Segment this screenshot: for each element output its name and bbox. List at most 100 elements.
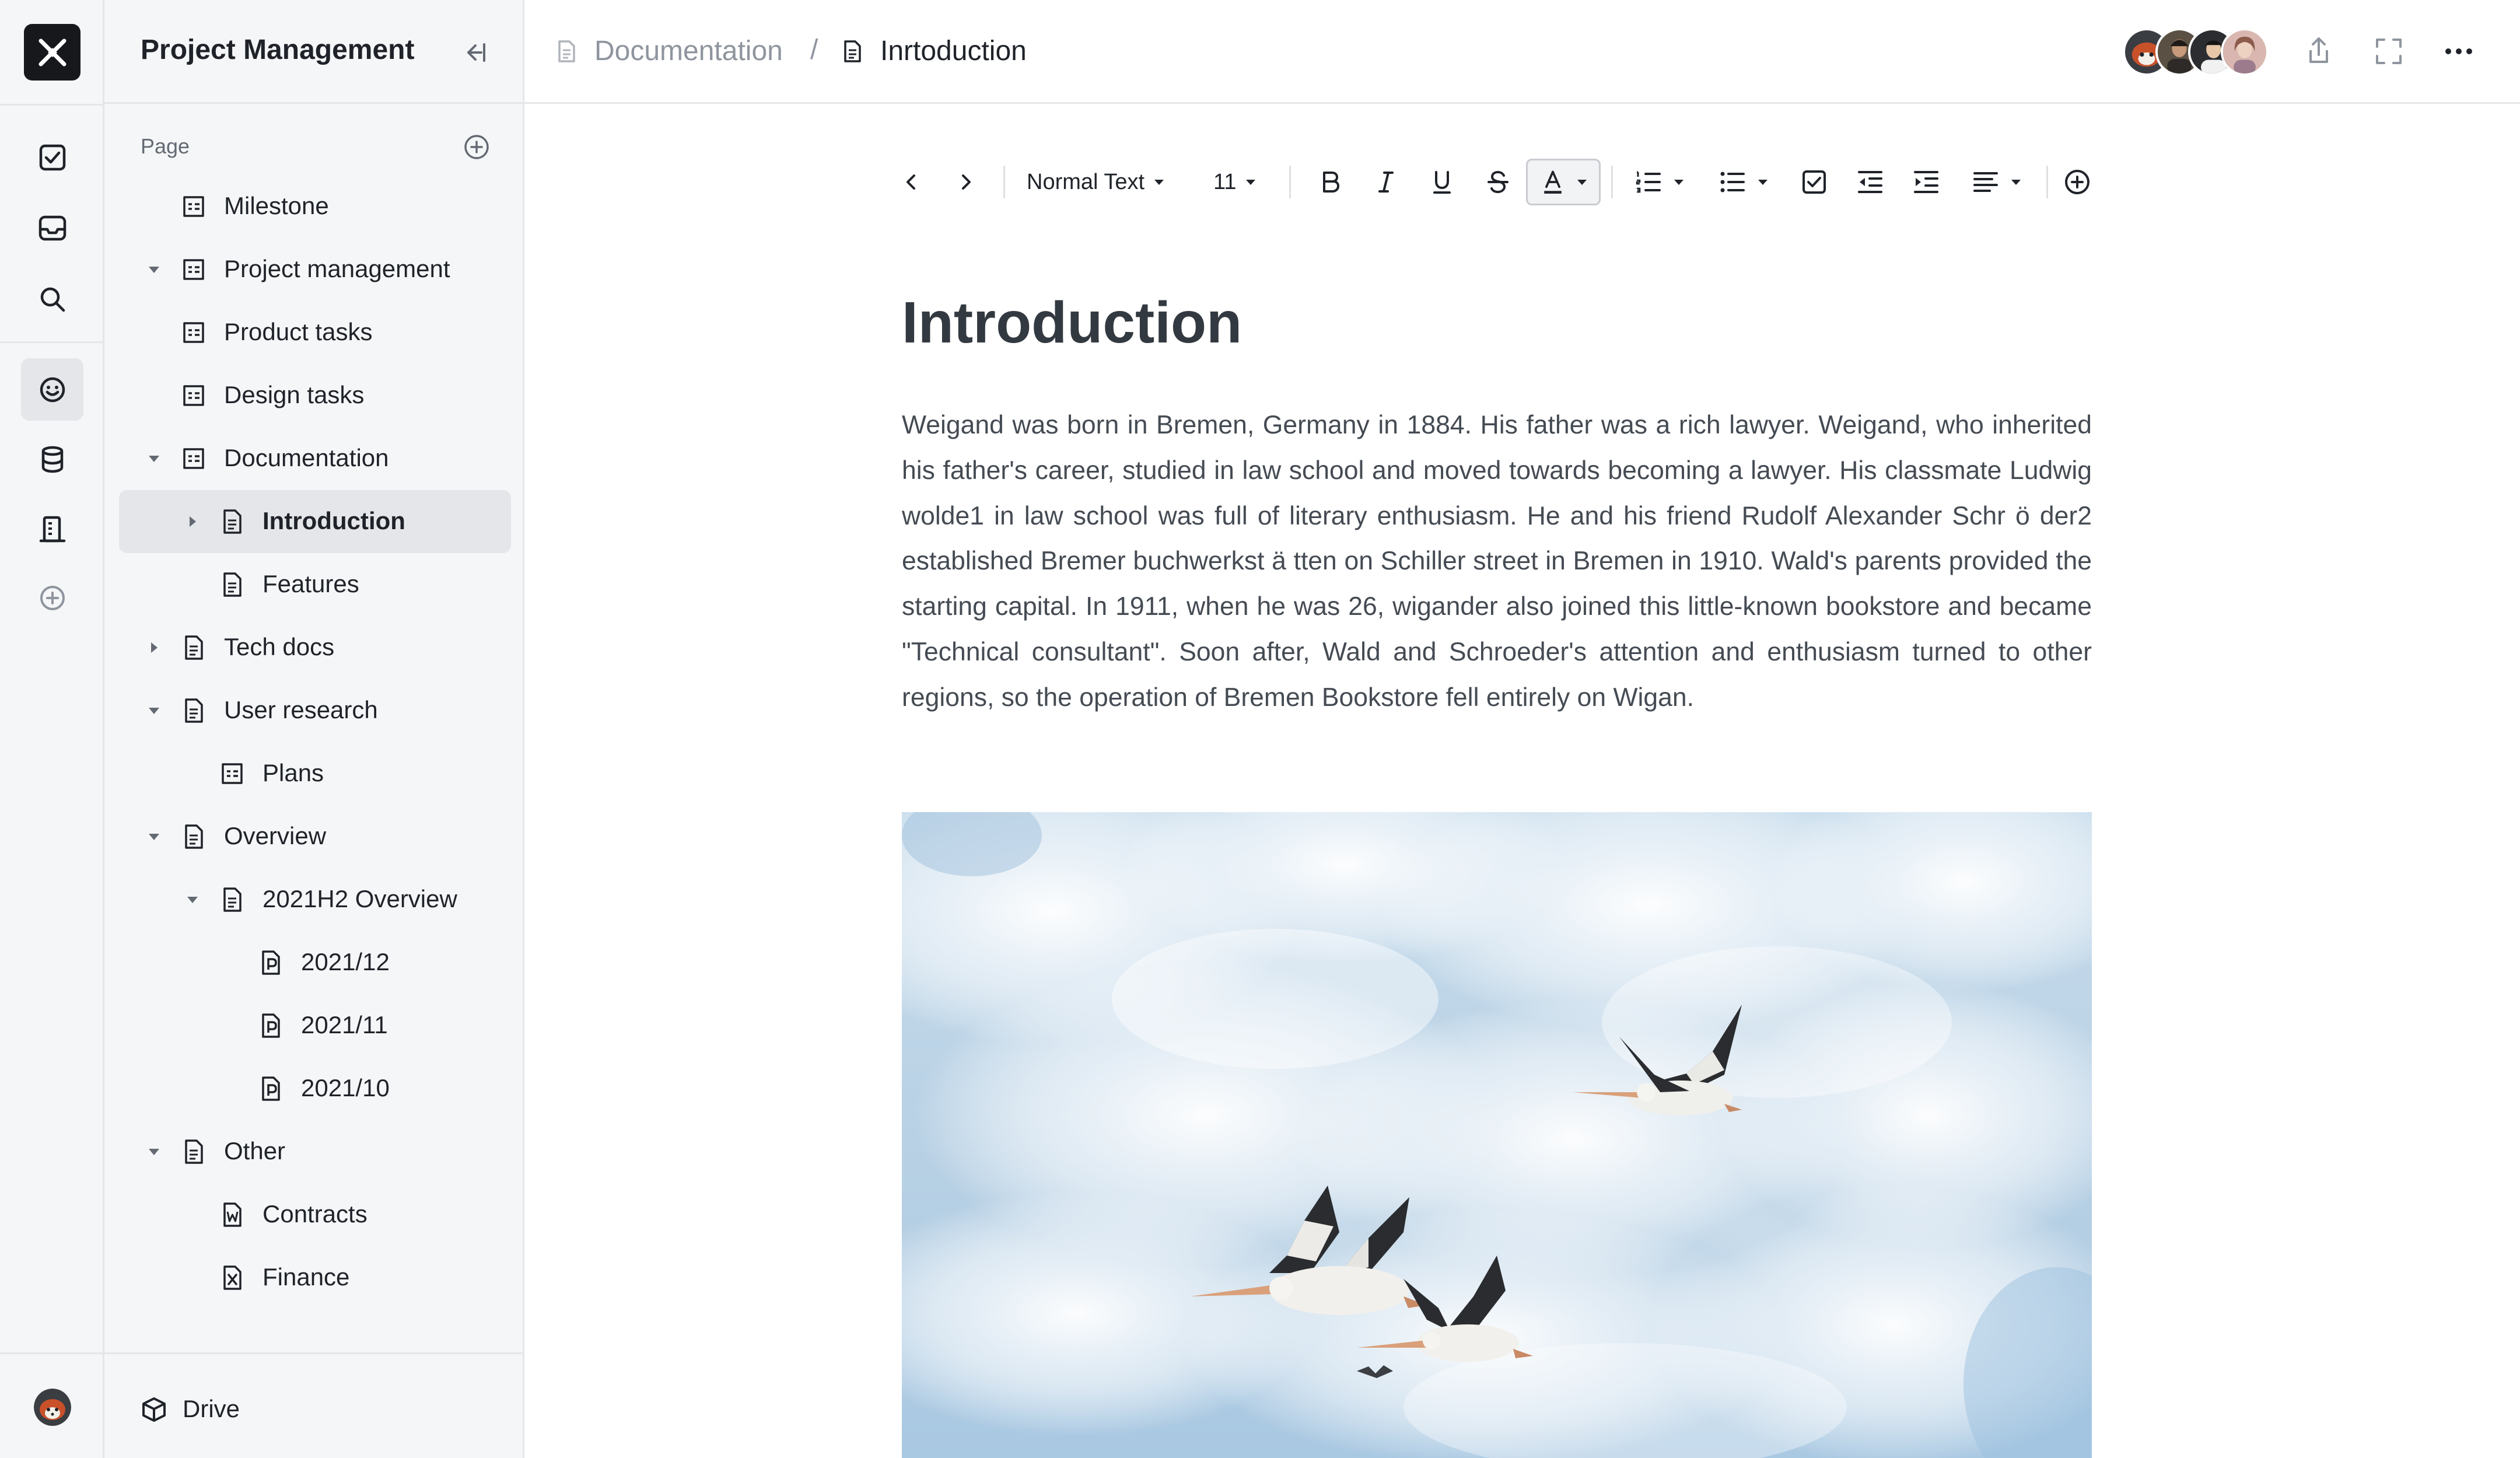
sidebar-header: Project Management [104, 0, 523, 104]
bullet-list-button[interactable] [1708, 159, 1778, 205]
collapse-sidebar-icon[interactable] [458, 36, 491, 69]
sidebar-item-label: Introduction [262, 507, 405, 534]
rail-inbox-button[interactable] [21, 197, 83, 259]
italic-button[interactable] [1364, 159, 1408, 205]
building-icon [39, 516, 65, 542]
checkbox-icon [1803, 170, 1826, 194]
checkbox-icon [39, 144, 65, 170]
sidebar-item[interactable]: Documentation [119, 427, 511, 490]
checklist-button[interactable] [1792, 159, 1836, 205]
caret-down-icon[interactable] [146, 451, 162, 466]
pelicans-in-sky-image [902, 812, 2092, 1458]
sidebar-item[interactable]: 2021H2 Overview [119, 868, 511, 931]
drive-icon [142, 1397, 166, 1422]
bold-button[interactable] [1308, 159, 1352, 205]
sidebar-item[interactable]: Overview [119, 805, 511, 868]
sidebar-item[interactable]: Milestone [119, 175, 511, 238]
caret-down-icon[interactable] [146, 262, 162, 277]
document-title[interactable]: Introduction [902, 289, 1242, 356]
w-file-icon [223, 1202, 242, 1227]
sidebar-item[interactable]: 2021/12 [119, 931, 511, 994]
sidebar-footer: Drive [104, 1352, 523, 1458]
font-size-dropdown[interactable]: 11 [1213, 159, 1278, 205]
table-doc-icon [222, 763, 243, 784]
collaborator-avatar[interactable] [2221, 28, 2269, 76]
document-body[interactable]: Weigand was born in Bremen, Germany in 1… [902, 403, 2092, 721]
rail-divider [0, 1352, 104, 1354]
sidebar-item-label: Documentation [224, 444, 389, 471]
sidebar-item-label: 2021/12 [301, 948, 390, 976]
sidebar-item[interactable]: Finance [119, 1246, 511, 1309]
sidebar-item[interactable]: Other [119, 1120, 511, 1183]
document-icon [223, 572, 242, 597]
sidebar-item[interactable]: User research [119, 679, 511, 742]
rail-database-button[interactable] [21, 428, 83, 490]
sidebar-item[interactable]: 2021/10 [119, 1057, 511, 1120]
text-color-icon [1544, 170, 1562, 194]
indent-button[interactable] [1904, 159, 1948, 205]
bold-icon [1323, 172, 1339, 193]
sidebar-item[interactable]: Plans [119, 742, 511, 805]
text-color-button[interactable] [1526, 159, 1601, 205]
user-avatar[interactable] [34, 1389, 71, 1426]
breadcrumb-parent-label: Documentation [594, 36, 783, 67]
rail-tasks-button[interactable] [21, 126, 83, 188]
table-doc-icon [183, 322, 204, 343]
sidebar-item[interactable]: Introduction [119, 490, 511, 553]
rail-search-button[interactable] [21, 268, 83, 330]
collaborator-avatars[interactable] [2123, 28, 2274, 76]
breadcrumb-parent[interactable]: Documentation [554, 35, 783, 67]
sidebar-item[interactable]: 2021/11 [119, 994, 511, 1057]
font-size-value: 11 [1213, 169, 1237, 194]
redo-button[interactable] [950, 159, 982, 205]
outdent-button[interactable] [1848, 159, 1892, 205]
sidebar-item-label: Other [224, 1137, 286, 1165]
toolbar-separator [1289, 166, 1291, 198]
sidebar-item-label: 2021/11 [301, 1011, 388, 1039]
sidebar-item[interactable]: Contracts [119, 1183, 511, 1246]
icon-rail [0, 0, 104, 1458]
app-logo[interactable] [24, 24, 80, 81]
caret-down-icon[interactable] [146, 829, 162, 844]
caret-down-icon[interactable] [185, 892, 200, 907]
caret-right-icon[interactable] [146, 640, 162, 655]
drive-link[interactable]: Drive [183, 1395, 240, 1423]
sidebar-item-label: Product tasks [224, 318, 373, 345]
table-doc-icon [183, 448, 204, 469]
breadcrumb-current-label: Inrtoduction [880, 36, 1027, 67]
sidebar-item[interactable]: Product tasks [119, 301, 511, 364]
sidebar-item-label: Features [262, 570, 359, 597]
text-style-value: Normal Text [1027, 169, 1145, 194]
sidebar-item[interactable]: Design tasks [119, 364, 511, 427]
underline-button[interactable] [1420, 159, 1464, 205]
add-page-icon[interactable] [461, 132, 492, 162]
ordered-list-button[interactable] [1624, 159, 1694, 205]
caret-right-icon[interactable] [185, 514, 200, 529]
ordered-list-icon [1636, 171, 1661, 193]
rail-emoji-button[interactable] [21, 358, 83, 421]
rail-divider [0, 104, 104, 106]
align-button[interactable] [1961, 159, 2031, 205]
share-icon[interactable] [2301, 34, 2336, 69]
text-style-dropdown[interactable]: Normal Text [1027, 159, 1184, 205]
fullscreen-icon[interactable] [2371, 34, 2406, 69]
rail-add-button[interactable] [21, 567, 83, 629]
insert-button[interactable] [2058, 159, 2096, 205]
document-image[interactable] [902, 812, 2092, 1458]
caret-down-icon[interactable] [146, 1144, 162, 1159]
sidebar-item[interactable]: Features [119, 553, 511, 616]
strikethrough-button[interactable] [1476, 159, 1520, 205]
caret-down-icon[interactable] [146, 703, 162, 718]
p-file-icon [262, 1076, 280, 1101]
rail-building-button[interactable] [21, 498, 83, 560]
more-icon[interactable] [2441, 34, 2476, 69]
sidebar-item-label: User research [224, 696, 378, 723]
sidebar-item[interactable]: Tech docs [119, 616, 511, 679]
plus-circle-icon [40, 585, 65, 610]
undo-button[interactable] [895, 159, 928, 205]
sidebar-item-label: 2021/10 [301, 1074, 390, 1102]
sidebar-item-label: Overview [224, 822, 327, 849]
sidebar-item[interactable]: Project management [119, 238, 511, 301]
chevron-left-icon [907, 174, 915, 190]
workspace-title: Project Management [141, 34, 415, 65]
